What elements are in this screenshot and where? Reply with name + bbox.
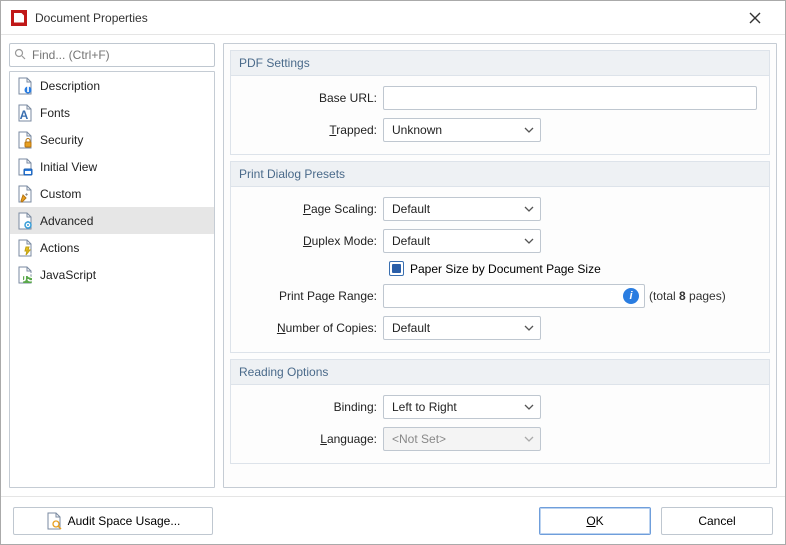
label-duplex-mode: Duplex Mode: bbox=[243, 234, 383, 248]
row-trapped: Trapped: Unknown bbox=[243, 118, 757, 142]
page-scaling-select[interactable]: Default bbox=[383, 197, 541, 221]
label-page-scaling: Page Scaling: bbox=[243, 202, 383, 216]
group-title: Print Dialog Presets bbox=[230, 161, 770, 186]
info-icon[interactable]: i bbox=[623, 288, 639, 304]
nav-item-javascript[interactable]: JS JavaScript bbox=[10, 261, 214, 288]
app-icon bbox=[11, 10, 27, 26]
nav-list: i Description A Fonts Security Initial V… bbox=[9, 71, 215, 488]
nav-item-initial-view[interactable]: Initial View bbox=[10, 153, 214, 180]
audit-label: Audit Space Usage... bbox=[68, 514, 181, 528]
group-reading-options: Reading Options Binding: Left to Right L… bbox=[230, 359, 770, 464]
row-copies: Number of Copies: Default bbox=[243, 316, 757, 340]
chevron-down-icon bbox=[522, 123, 536, 137]
label-base-url: Base URL: bbox=[243, 91, 383, 105]
label-binding: Binding: bbox=[243, 400, 383, 414]
advanced-icon bbox=[16, 212, 34, 230]
custom-icon bbox=[16, 185, 34, 203]
search-wrap bbox=[9, 43, 215, 67]
print-range-input[interactable] bbox=[383, 284, 645, 308]
nav-item-fonts[interactable]: A Fonts bbox=[10, 99, 214, 126]
row-language: Language: <Not Set> bbox=[243, 427, 757, 451]
chevron-down-icon bbox=[522, 432, 536, 446]
nav-label: Actions bbox=[40, 241, 79, 255]
window-title: Document Properties bbox=[35, 11, 735, 25]
initial-view-icon bbox=[16, 158, 34, 176]
left-column: i Description A Fonts Security Initial V… bbox=[9, 43, 215, 488]
javascript-icon: JS bbox=[16, 266, 34, 284]
nav-label: Advanced bbox=[40, 214, 93, 228]
group-body: Page Scaling: Default Duplex Mode: Defau… bbox=[230, 186, 770, 353]
chevron-down-icon bbox=[522, 400, 536, 414]
nav-label: JavaScript bbox=[40, 268, 96, 282]
nav-item-custom[interactable]: Custom bbox=[10, 180, 214, 207]
label-language: Language: bbox=[243, 432, 383, 446]
nav-label: Custom bbox=[40, 187, 81, 201]
close-icon bbox=[749, 12, 761, 24]
search-icon bbox=[14, 48, 26, 60]
group-pdf-settings: PDF Settings Base URL: Trapped: Unknown bbox=[230, 50, 770, 155]
base-url-input[interactable] bbox=[383, 86, 757, 110]
actions-icon bbox=[16, 239, 34, 257]
title-bar: Document Properties bbox=[1, 1, 785, 35]
ok-label: OK bbox=[586, 514, 603, 528]
print-range-hint: (total 8 pages) bbox=[649, 289, 726, 303]
chevron-down-icon bbox=[522, 202, 536, 216]
footer: Audit Space Usage... OK Cancel bbox=[1, 496, 785, 544]
label-copies: Number of Copies: bbox=[243, 321, 383, 335]
label-trapped: Trapped: bbox=[243, 123, 383, 137]
copies-select[interactable]: Default bbox=[383, 316, 541, 340]
group-title: PDF Settings bbox=[230, 50, 770, 75]
row-print-range: Print Page Range: i (total 8 pages) bbox=[243, 284, 757, 308]
security-icon bbox=[16, 131, 34, 149]
print-range-wrap: i (total 8 pages) bbox=[383, 284, 757, 308]
content-area: i Description A Fonts Security Initial V… bbox=[1, 35, 785, 496]
row-duplex-mode: Duplex Mode: Default bbox=[243, 229, 757, 253]
cancel-button[interactable]: Cancel bbox=[661, 507, 773, 535]
label-print-range: Print Page Range: bbox=[243, 289, 383, 303]
row-page-scaling: Page Scaling: Default bbox=[243, 197, 757, 221]
nav-item-description[interactable]: i Description bbox=[10, 72, 214, 99]
group-title: Reading Options bbox=[230, 359, 770, 384]
nav-item-advanced[interactable]: Advanced bbox=[10, 207, 214, 234]
svg-text:A: A bbox=[20, 108, 29, 122]
row-paper-size: Paper Size by Document Page Size bbox=[389, 261, 757, 276]
group-body: Binding: Left to Right Language: <Not Se… bbox=[230, 384, 770, 464]
settings-panel: PDF Settings Base URL: Trapped: Unknown … bbox=[223, 43, 777, 488]
binding-select[interactable]: Left to Right bbox=[383, 395, 541, 419]
group-body: Base URL: Trapped: Unknown bbox=[230, 75, 770, 155]
language-select[interactable]: <Not Set> bbox=[383, 427, 541, 451]
cancel-label: Cancel bbox=[698, 514, 735, 528]
svg-text:JS: JS bbox=[20, 270, 33, 284]
nav-label: Description bbox=[40, 79, 100, 93]
svg-text:i: i bbox=[26, 81, 29, 95]
paper-size-checkbox[interactable] bbox=[389, 261, 404, 276]
close-button[interactable] bbox=[735, 1, 775, 35]
ok-button[interactable]: OK bbox=[539, 507, 651, 535]
paper-size-label: Paper Size by Document Page Size bbox=[410, 262, 601, 276]
group-print-presets: Print Dialog Presets Page Scaling: Defau… bbox=[230, 161, 770, 353]
chevron-down-icon bbox=[522, 321, 536, 335]
nav-label: Security bbox=[40, 133, 83, 147]
fonts-icon: A bbox=[16, 104, 34, 122]
chevron-down-icon bbox=[522, 234, 536, 248]
nav-label: Initial View bbox=[40, 160, 97, 174]
description-icon: i bbox=[16, 77, 34, 95]
nav-item-actions[interactable]: Actions bbox=[10, 234, 214, 261]
nav-label: Fonts bbox=[40, 106, 70, 120]
duplex-mode-select[interactable]: Default bbox=[383, 229, 541, 253]
nav-item-security[interactable]: Security bbox=[10, 126, 214, 153]
audit-icon bbox=[46, 512, 62, 530]
check-mark-icon bbox=[392, 264, 401, 273]
row-base-url: Base URL: bbox=[243, 86, 757, 110]
row-binding: Binding: Left to Right bbox=[243, 395, 757, 419]
trapped-select[interactable]: Unknown bbox=[383, 118, 541, 142]
audit-space-button[interactable]: Audit Space Usage... bbox=[13, 507, 213, 535]
search-input[interactable] bbox=[9, 43, 215, 67]
